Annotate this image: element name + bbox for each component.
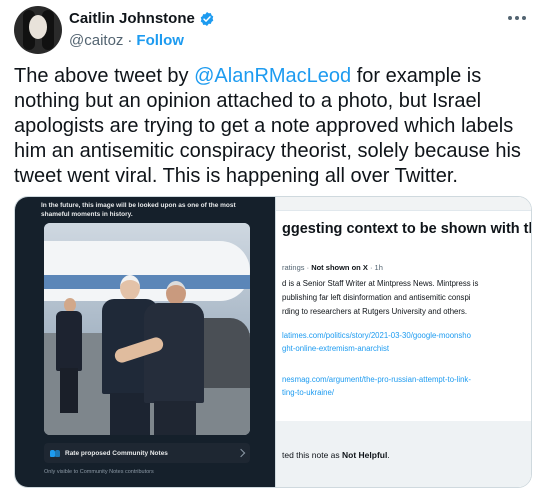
tweet-header: Caitlin Johnstone @caitoz · Follow <box>14 6 534 56</box>
note-link-nesmag[interactable]: nesmag.com/argument/the-pro-russian-atte… <box>282 373 471 399</box>
verified-badge-icon <box>200 11 214 26</box>
tweet-text: The above tweet by @AlanRMacLeod for exa… <box>14 64 534 189</box>
visibility-note: Only visible to Community Notes contribu… <box>44 469 154 475</box>
rating-card-text: ted this note as Not Helpful. <box>282 450 390 460</box>
separator-dot: · <box>127 32 133 49</box>
embrace-photo <box>44 223 250 435</box>
author-display-name[interactable]: Caitlin Johnstone <box>69 10 195 27</box>
more-options-icon[interactable] <box>508 16 528 22</box>
author-handle[interactable]: @caitoz <box>69 32 123 49</box>
right-screenshot[interactable]: ggesting context to be shown with the p … <box>275 197 532 487</box>
note-meta: ratings · Not shown on X · 1h <box>282 263 383 272</box>
tweet-media[interactable]: In the future, this image will be looked… <box>14 196 532 488</box>
follow-button[interactable]: Follow <box>136 32 184 49</box>
left-screenshot[interactable]: In the future, this image will be looked… <box>15 197 275 487</box>
note-body: d is a Senior Staff Writer at Mintpress … <box>282 279 479 316</box>
figure-right <box>144 281 204 435</box>
left-screenshot-caption: In the future, this image will be looked… <box>41 202 236 218</box>
mention-link[interactable]: @AlanRMacLeod <box>194 65 351 87</box>
community-notes-icon <box>50 449 60 457</box>
author-name-row: Caitlin Johnstone <box>69 10 215 27</box>
rate-community-notes-label: Rate proposed Community Notes <box>65 449 168 457</box>
bodyguard-figure <box>56 298 82 413</box>
note-heading: ggesting context to be shown with the p <box>282 221 532 237</box>
tweet-text-before: The above tweet by <box>14 65 195 87</box>
note-link-latimes[interactable]: latimes.com/politics/story/2021-03-30/go… <box>282 329 471 355</box>
author-handle-row: @caitoz · Follow <box>69 32 184 49</box>
chevron-right-icon <box>236 448 246 458</box>
rate-community-notes-button[interactable]: Rate proposed Community Notes <box>44 443 250 463</box>
note-status: Not shown on X <box>311 263 368 272</box>
rating-value: Not Helpful <box>342 450 388 460</box>
avatar[interactable] <box>14 6 62 54</box>
